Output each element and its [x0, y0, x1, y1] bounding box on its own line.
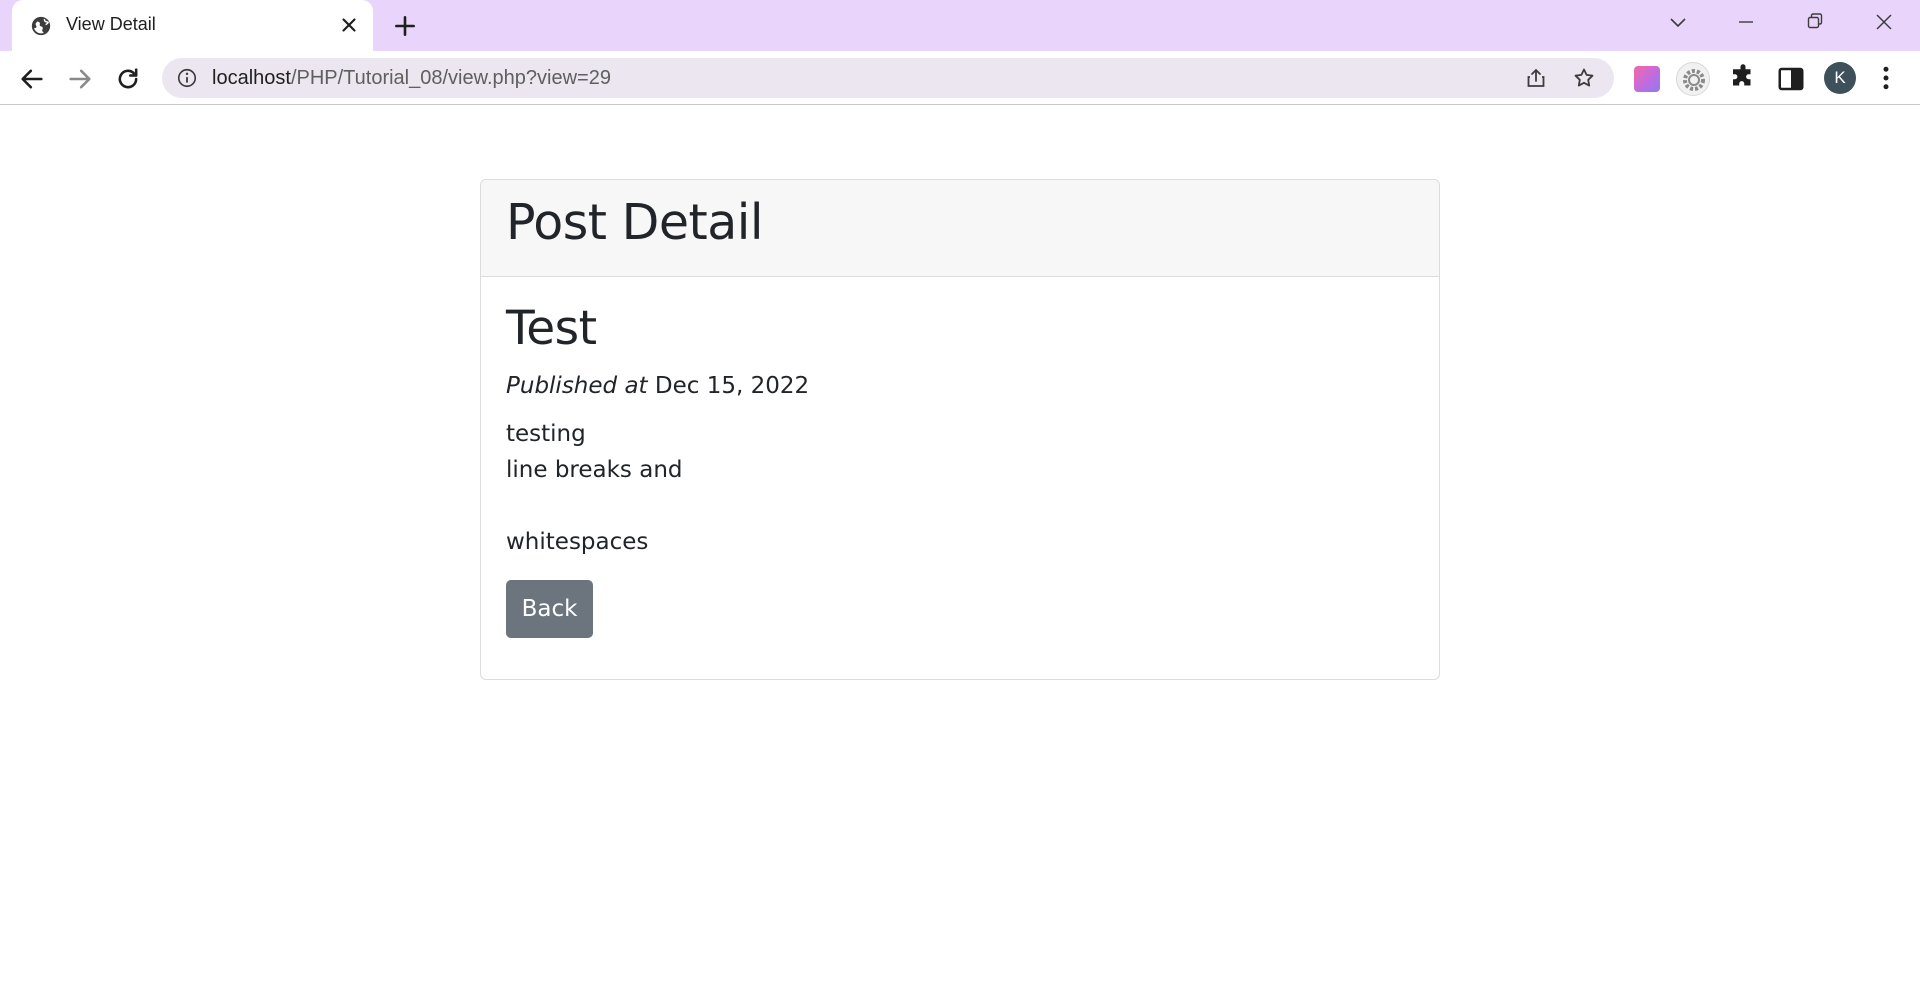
content-line-blank: [506, 488, 1415, 524]
puzzle-icon[interactable]: [1728, 63, 1758, 93]
card-header: Post Detail: [481, 180, 1439, 277]
chevron-down-icon: [1670, 18, 1686, 28]
restore-icon: [1807, 13, 1823, 29]
tab-strip: View Detail: [0, 0, 1920, 51]
kebab-menu-icon[interactable]: [1871, 63, 1901, 93]
tab-view-detail[interactable]: View Detail: [12, 0, 373, 51]
info-icon[interactable]: [176, 67, 198, 89]
reload-icon[interactable]: [114, 65, 142, 93]
tab-title: View Detail: [66, 14, 156, 34]
url-path: /PHP/Tutorial_08/view.php?view=29: [290, 67, 611, 89]
published-meta: Published at Dec 15, 2022: [506, 369, 1415, 404]
post-title: Test: [506, 301, 597, 356]
gear-icon: [1683, 69, 1705, 91]
back-button[interactable]: Back: [506, 579, 593, 638]
arrow-right-icon[interactable]: [66, 65, 94, 93]
page-title: Post Detail: [506, 194, 763, 251]
plus-icon[interactable]: [392, 13, 418, 39]
extension-color-icon[interactable]: [1634, 66, 1660, 92]
close-window-button[interactable]: [1866, 8, 1902, 38]
tab-search-button[interactable]: [1660, 8, 1696, 38]
post-card: Post Detail Test Published at Dec 15, 20…: [480, 179, 1440, 680]
content-line: testing: [506, 420, 586, 447]
content-line: line breaks and: [506, 456, 683, 483]
restore-button[interactable]: [1797, 8, 1833, 38]
star-icon[interactable]: [1572, 66, 1596, 90]
browser-toolbar: localhost/PHP/Tutorial_08/view.php?view=…: [0, 51, 1920, 105]
side-panel-icon[interactable]: [1776, 64, 1806, 94]
published-date: Dec 15, 2022: [654, 373, 810, 400]
address-bar[interactable]: localhost/PHP/Tutorial_08/view.php?view=…: [162, 58, 1614, 98]
card-body: Test Published at Dec 15, 2022 testing l…: [481, 277, 1439, 662]
profile-avatar[interactable]: K: [1824, 62, 1856, 94]
published-label: Published at: [506, 373, 648, 400]
close-icon[interactable]: [338, 14, 360, 36]
arrow-left-icon[interactable]: [18, 65, 46, 93]
url-text[interactable]: localhost/PHP/Tutorial_08/view.php?view=…: [212, 67, 611, 90]
close-icon: [1876, 14, 1892, 30]
url-host: localhost: [212, 67, 291, 89]
content-line: whitespaces: [506, 528, 649, 555]
minimize-icon: [1739, 21, 1753, 23]
globe-icon: [31, 16, 51, 36]
share-icon[interactable]: [1524, 66, 1548, 90]
post-content: testing line breaks and whitespaces: [506, 416, 1415, 560]
minimize-button[interactable]: [1728, 8, 1764, 38]
extension-gear-button[interactable]: [1676, 62, 1710, 96]
